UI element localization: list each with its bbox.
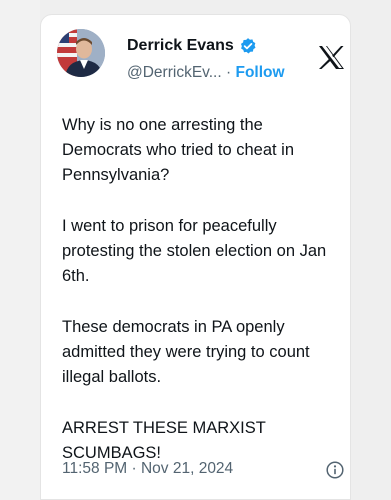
author-handle[interactable]: @DerrickEv...	[127, 64, 222, 81]
tweet-timestamp[interactable]: 11:58 PM · Nov 21, 2024	[62, 460, 233, 478]
handle-separator: ·	[226, 64, 232, 81]
follow-button[interactable]: Follow	[235, 64, 284, 81]
tweet-paragraph: Why is no one arresting the Democrats wh…	[62, 116, 295, 184]
tweet-paragraph: These democrats in PA openly admitted th…	[62, 318, 310, 386]
tweet-text: Why is no one arresting the Democrats wh…	[62, 113, 347, 492]
author-name[interactable]: Derrick Evans	[127, 37, 234, 55]
tweet-card: Derrick Evans @DerrickEv... · Follow Why…	[40, 14, 351, 500]
tweet-paragraph: ARREST THESE MARXIST SCUMBAGS!	[62, 419, 266, 462]
page-backdrop	[0, 0, 40, 500]
avatar[interactable]	[57, 29, 105, 77]
author-name-row: Derrick Evans	[127, 37, 257, 55]
tweet-paragraph: I went to prison for peacefully protesti…	[62, 217, 327, 285]
verified-badge-icon	[240, 38, 256, 54]
x-logo-icon[interactable]	[318, 45, 345, 70]
info-icon[interactable]	[326, 461, 344, 479]
handle-row: @DerrickEv... · Follow	[127, 64, 285, 82]
